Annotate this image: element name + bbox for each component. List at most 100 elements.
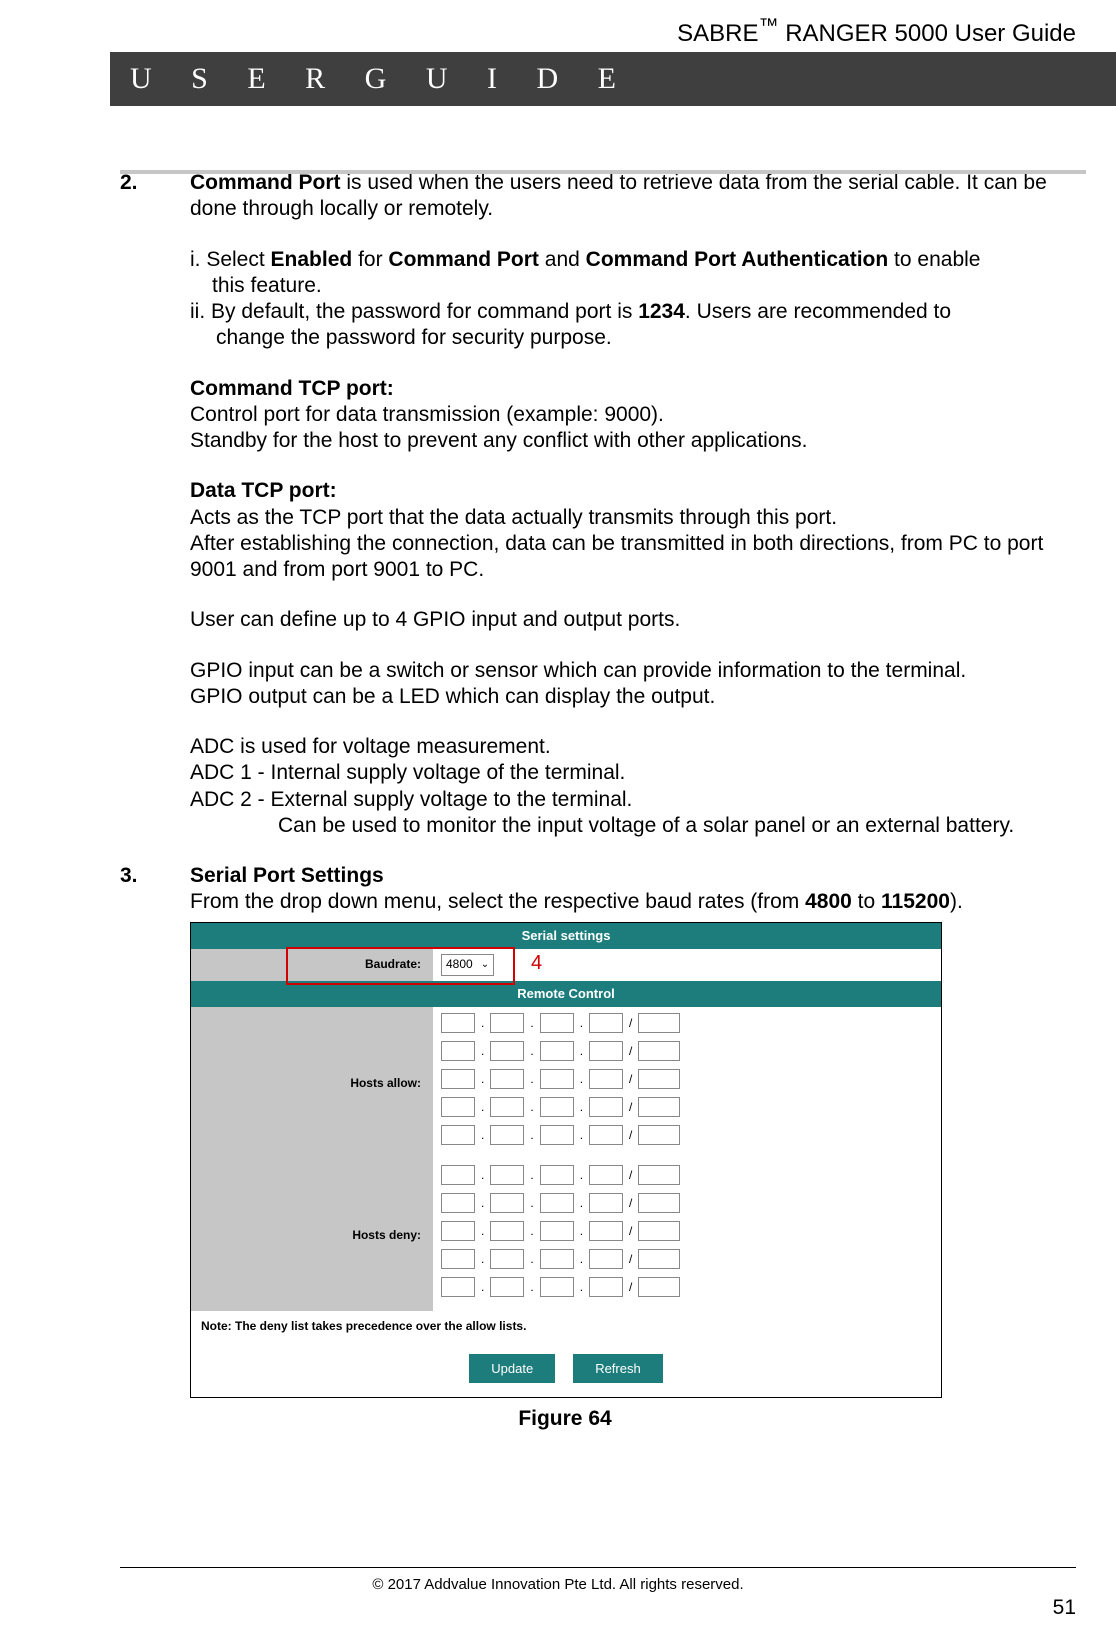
ip-row: .../: [441, 1097, 933, 1117]
ip-row: .../: [441, 1165, 933, 1185]
baudrate-label: Baudrate:: [191, 951, 433, 978]
baudrate-select[interactable]: 4800 ⌄: [441, 954, 494, 976]
ip-octet-input[interactable]: [490, 1249, 524, 1269]
ip-octet-input[interactable]: [490, 1277, 524, 1297]
ip-octet-input[interactable]: [540, 1097, 574, 1117]
update-button[interactable]: Update: [469, 1354, 555, 1383]
ip-octet-input[interactable]: [490, 1165, 524, 1185]
command-tcp-block: Command TCP port: Control port for data …: [190, 376, 1086, 455]
section-3-desc: From the drop down menu, select the resp…: [190, 889, 1086, 915]
ip-row: .../: [441, 1041, 933, 1061]
ip-octet-input[interactable]: [490, 1221, 524, 1241]
ip-octet-input[interactable]: [540, 1165, 574, 1185]
data-tcp-block: Data TCP port: Acts as the TCP port that…: [190, 478, 1086, 583]
section-3-number: 3.: [120, 863, 190, 1432]
ip-octet-input[interactable]: [589, 1125, 623, 1145]
cmd-tcp-l2: Standby for the host to prevent any conf…: [190, 428, 1086, 454]
data-tcp-l2: After establishing the connection, data …: [190, 531, 1086, 584]
step-i-enabled: Enabled: [271, 248, 353, 271]
ip-octet-input[interactable]: [589, 1277, 623, 1297]
ip-octet-input[interactable]: [441, 1041, 475, 1061]
ip-octet-input[interactable]: [589, 1013, 623, 1033]
ip-mask-input[interactable]: [638, 1125, 680, 1145]
ip-octet-input[interactable]: [540, 1193, 574, 1213]
ip-mask-input[interactable]: [638, 1069, 680, 1089]
ip-row: .../: [441, 1193, 933, 1213]
hosts-allow-inputs: .../ .../ .../ .../ .../: [433, 1007, 941, 1159]
ip-octet-input[interactable]: [490, 1041, 524, 1061]
gpio-in: GPIO input can be a switch or sensor whi…: [190, 658, 1086, 684]
ip-octet-input[interactable]: [441, 1249, 475, 1269]
baudrate-cell: 4800 ⌄: [433, 949, 941, 981]
banner: U S E R G U I D E: [0, 52, 1116, 106]
ip-octet-input[interactable]: [490, 1193, 524, 1213]
data-tcp-l1: Acts as the TCP port that the data actua…: [190, 505, 1086, 531]
banner-accent: [0, 52, 110, 106]
ip-octet-input[interactable]: [441, 1125, 475, 1145]
adc-l2: ADC 1 - Internal supply voltage of the t…: [190, 760, 1086, 786]
ip-mask-input[interactable]: [638, 1249, 680, 1269]
ip-octet-input[interactable]: [441, 1165, 475, 1185]
ip-octet-input[interactable]: [540, 1277, 574, 1297]
sec3-post: ).: [950, 890, 963, 913]
adc-l4: Can be used to monitor the input voltage…: [278, 813, 1086, 839]
step-ii-post: . Users are recommended to: [685, 300, 951, 323]
ip-octet-input[interactable]: [490, 1069, 524, 1089]
figure-panel: Serial settings Baudrate: 4800 ⌄ 4: [190, 922, 942, 1399]
ip-row: .../: [441, 1249, 933, 1269]
page: SABRE™ RANGER 5000 User Guide U S E R G …: [0, 0, 1116, 1638]
adc-block: ADC is used for voltage measurement. ADC…: [190, 734, 1086, 839]
page-number: 51: [1053, 1596, 1076, 1620]
ip-row: .../: [441, 1221, 933, 1241]
ip-octet-input[interactable]: [589, 1069, 623, 1089]
product-name: SABRE: [677, 20, 758, 47]
ip-octet-input[interactable]: [540, 1041, 574, 1061]
ip-mask-input[interactable]: [638, 1193, 680, 1213]
ip-octet-input[interactable]: [490, 1097, 524, 1117]
ip-octet-input[interactable]: [490, 1013, 524, 1033]
ip-mask-input[interactable]: [638, 1277, 680, 1297]
ip-octet-input[interactable]: [441, 1069, 475, 1089]
section-2-title: Command Port: [190, 171, 341, 194]
section-2-number: 2.: [120, 170, 190, 839]
ip-octet-input[interactable]: [589, 1249, 623, 1269]
ip-mask-input[interactable]: [638, 1041, 680, 1061]
step-i-line2: this feature.: [212, 273, 1086, 299]
product-suffix: RANGER 5000 User Guide: [779, 20, 1076, 47]
ip-octet-input[interactable]: [540, 1221, 574, 1241]
ip-octet-input[interactable]: [441, 1221, 475, 1241]
cmd-tcp-head: Command TCP port:: [190, 376, 1086, 402]
ip-octet-input[interactable]: [589, 1041, 623, 1061]
figure-buttons: Update Refresh: [191, 1342, 941, 1397]
baudrate-value: 4800: [446, 957, 473, 972]
ip-octet-input[interactable]: [441, 1013, 475, 1033]
figure-note: Note: The deny list takes precedence ove…: [191, 1311, 941, 1342]
ip-octet-input[interactable]: [589, 1193, 623, 1213]
section-2: 2. Command Port is used when the users n…: [120, 170, 1086, 839]
ip-octet-input[interactable]: [540, 1069, 574, 1089]
step-i-mid2: and: [539, 248, 586, 271]
ip-octet-input[interactable]: [589, 1165, 623, 1185]
ip-octet-input[interactable]: [441, 1097, 475, 1117]
gpio-out: GPIO output can be a LED which can displ…: [190, 684, 1086, 710]
figure-top-strip: [120, 170, 1086, 174]
step-i-mid1: for: [352, 248, 388, 271]
ip-row: .../: [441, 1125, 933, 1145]
ip-mask-input[interactable]: [638, 1165, 680, 1185]
ip-octet-input[interactable]: [441, 1193, 475, 1213]
ip-octet-input[interactable]: [540, 1125, 574, 1145]
ip-octet-input[interactable]: [589, 1221, 623, 1241]
ip-mask-input[interactable]: [638, 1013, 680, 1033]
ip-octet-input[interactable]: [490, 1125, 524, 1145]
sec3-pre: From the drop down menu, select the resp…: [190, 890, 805, 913]
ip-mask-input[interactable]: [638, 1221, 680, 1241]
ip-octet-input[interactable]: [441, 1277, 475, 1297]
hosts-allow-row: Hosts allow: .../ .../ .../ .../ .../: [191, 1007, 941, 1159]
refresh-button[interactable]: Refresh: [573, 1354, 663, 1383]
ip-octet-input[interactable]: [540, 1249, 574, 1269]
gpio-def: User can define up to 4 GPIO input and o…: [190, 607, 1086, 633]
trademark: ™: [759, 15, 779, 37]
ip-octet-input[interactable]: [589, 1097, 623, 1117]
ip-mask-input[interactable]: [638, 1097, 680, 1117]
ip-octet-input[interactable]: [540, 1013, 574, 1033]
